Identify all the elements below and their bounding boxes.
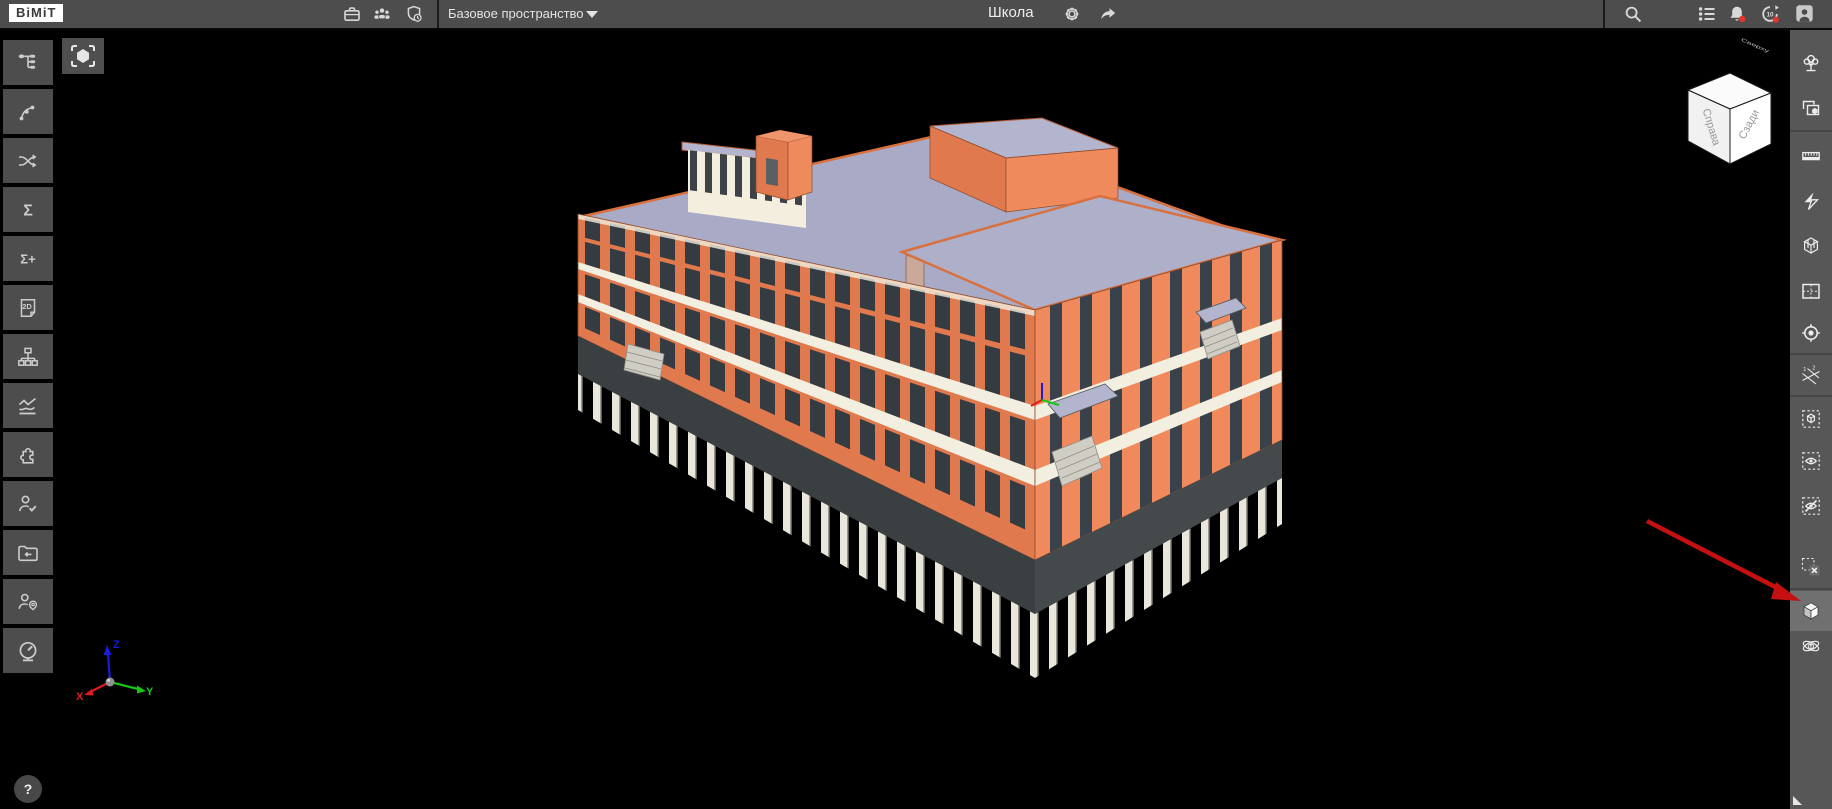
sum-sigma-icon: Σ xyxy=(16,198,40,222)
chevron-down-icon[interactable] xyxy=(586,11,598,18)
show-object-button[interactable] xyxy=(1790,441,1832,481)
folder-import-icon xyxy=(16,541,40,565)
user-approve-icon xyxy=(16,492,40,516)
floor-plan-button[interactable] xyxy=(1790,271,1832,311)
axis-y-label: Y xyxy=(146,686,154,698)
user-approve-button[interactable] xyxy=(3,481,53,526)
right-toolbar-divider xyxy=(1790,588,1832,590)
section-box-button[interactable] xyxy=(1790,226,1832,266)
folder-import-button[interactable] xyxy=(3,530,53,575)
svg-text:2D: 2D xyxy=(22,302,32,311)
selection-sets-icon xyxy=(1800,97,1822,119)
dashboard-gauge-icon xyxy=(16,639,40,663)
relations-branch-icon xyxy=(16,100,40,124)
orbit-mode-icon xyxy=(1800,635,1822,657)
measure-ruler-icon xyxy=(1800,145,1822,167)
briefcase-icon[interactable] xyxy=(342,4,362,24)
floor-plan-icon xyxy=(1800,280,1822,302)
right-toolbar-divider xyxy=(1790,395,1832,397)
hierarchy-sitemap-icon xyxy=(16,345,40,369)
toolbar-resize-handle[interactable] xyxy=(1793,796,1802,805)
app-logo[interactable]: BiMiT xyxy=(9,4,63,22)
svg-text:Σ: Σ xyxy=(23,202,33,219)
structure-tree-button[interactable] xyxy=(3,40,53,85)
focus-target-icon xyxy=(1800,322,1822,344)
history-clock-icon[interactable]: 10 xyxy=(1760,4,1780,24)
model-school[interactable] xyxy=(578,118,1285,678)
hexagon-focus-icon xyxy=(68,42,98,70)
hide-object-button[interactable] xyxy=(1790,486,1832,526)
help-button[interactable]: ? xyxy=(14,775,42,803)
orbit-mode-button[interactable] xyxy=(1790,626,1832,666)
coordination-axes-button[interactable]: 1 2 xyxy=(1790,356,1832,396)
plugins-puzzle-icon xyxy=(16,443,40,467)
axis-x-label: X xyxy=(76,691,84,703)
dashboard-gauge-button[interactable] xyxy=(3,628,53,673)
sum-sigma-add-icon: Σ+ xyxy=(16,247,40,271)
section-box-icon xyxy=(1800,235,1822,257)
sheet-2d-icon: 2D xyxy=(16,296,40,320)
menu-list-icon[interactable] xyxy=(1697,4,1717,24)
axis-gizmo: Z X Y xyxy=(76,639,154,703)
right-toolbar: 1 2 xyxy=(1790,28,1832,809)
nav-cube-face-top[interactable]: Сверху xyxy=(1740,37,1770,54)
hide-object-eye-slash-icon xyxy=(1800,495,1822,517)
sheet-2d-button[interactable]: 2D xyxy=(3,285,53,330)
charts-trend-icon xyxy=(16,394,40,418)
clash-flash-button[interactable] xyxy=(1790,181,1832,221)
team-icon[interactable] xyxy=(372,4,392,24)
notifications-bell-icon[interactable] xyxy=(1727,4,1747,24)
notifications-badge xyxy=(1739,16,1745,22)
top-bar: BiMiT Базовое пространство Школа xyxy=(0,0,1832,30)
clear-selection-button[interactable] xyxy=(1790,547,1832,587)
isolate-object-icon xyxy=(1800,408,1822,430)
selection-sets-button[interactable] xyxy=(1790,88,1832,128)
project-title: Школа xyxy=(988,4,1034,21)
model-penthouse xyxy=(682,130,812,228)
svg-text:2: 2 xyxy=(1812,365,1815,371)
coordination-axes-icon: 1 2 xyxy=(1800,365,1822,387)
structure-tree-icon xyxy=(16,51,40,75)
svg-text:1: 1 xyxy=(1803,367,1806,373)
top-bar-divider xyxy=(437,0,439,28)
settings-gear-icon[interactable] xyxy=(1062,4,1082,24)
top-bar-divider-right xyxy=(1603,0,1605,28)
model-tree-button[interactable] xyxy=(1790,43,1832,83)
hierarchy-sitemap-button[interactable] xyxy=(3,334,53,379)
share-icon[interactable] xyxy=(1098,4,1118,24)
clear-selection-icon xyxy=(1800,556,1822,578)
charts-trend-button[interactable] xyxy=(3,383,53,428)
sum-sigma-add-button[interactable]: Σ+ xyxy=(3,236,53,281)
clash-flash-icon xyxy=(1800,190,1822,212)
links-shuffle-button[interactable] xyxy=(3,138,53,183)
model-tree-icon xyxy=(1800,52,1822,74)
search-icon[interactable] xyxy=(1623,4,1643,24)
isolate-object-button[interactable] xyxy=(1790,399,1832,439)
sum-sigma-button[interactable]: Σ xyxy=(3,187,53,232)
plugins-puzzle-button[interactable] xyxy=(3,432,53,477)
history-badge xyxy=(1773,17,1779,23)
relations-branch-button[interactable] xyxy=(3,89,53,134)
account-avatar-icon[interactable] xyxy=(1794,3,1814,23)
right-toolbar-divider xyxy=(1790,353,1832,355)
links-shuffle-icon xyxy=(16,149,40,173)
user-location-button[interactable] xyxy=(3,579,53,624)
measure-ruler-button[interactable] xyxy=(1790,136,1832,176)
user-location-icon xyxy=(16,590,40,614)
axis-z-label: Z xyxy=(113,639,120,651)
right-toolbar-divider xyxy=(1790,130,1832,132)
workspace-selector[interactable]: Базовое пространство xyxy=(448,6,584,21)
svg-text:10: 10 xyxy=(1766,11,1774,18)
show-object-eye-icon xyxy=(1800,450,1822,472)
shield-clock-icon[interactable] xyxy=(404,4,424,24)
focus-target-button[interactable] xyxy=(1790,313,1832,353)
section-cube-button[interactable] xyxy=(1790,591,1832,631)
section-cube-icon xyxy=(1800,600,1822,622)
selection-mode-button[interactable] xyxy=(62,38,104,74)
svg-text:Σ+: Σ+ xyxy=(20,251,36,266)
nav-cube[interactable]: Справа Сзади Сверху xyxy=(1688,37,1771,164)
viewport-3d[interactable]: Справа Сзади Сверху Z X Y xyxy=(0,0,1832,809)
